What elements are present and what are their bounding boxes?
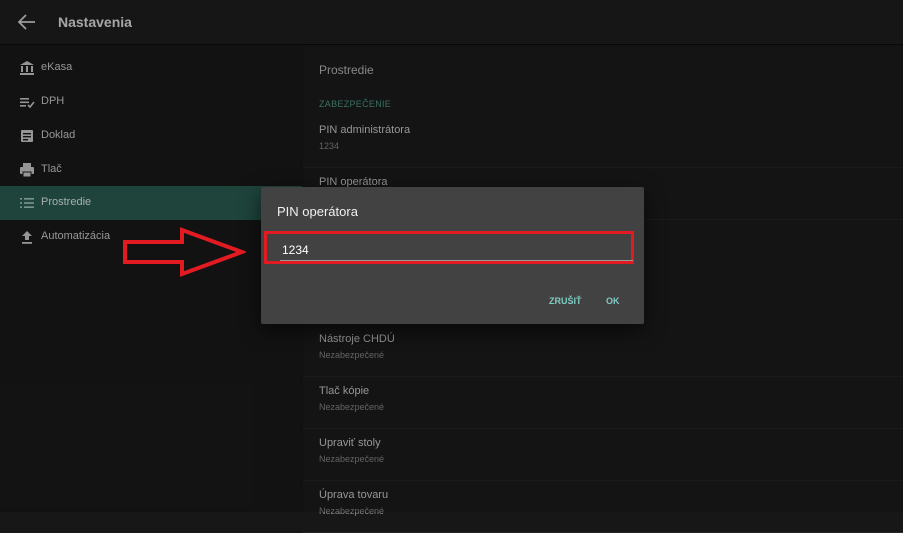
pin-operator-dialog: PIN operátora ZRUŠIŤ OK — [261, 187, 644, 324]
dialog-title: PIN operátora — [277, 204, 358, 219]
input-highlight-box — [264, 231, 634, 264]
annotation-arrow-icon — [123, 227, 246, 277]
cancel-button[interactable]: ZRUŠIŤ — [549, 296, 582, 306]
ok-button[interactable]: OK — [606, 296, 620, 306]
pin-input[interactable] — [280, 240, 633, 261]
